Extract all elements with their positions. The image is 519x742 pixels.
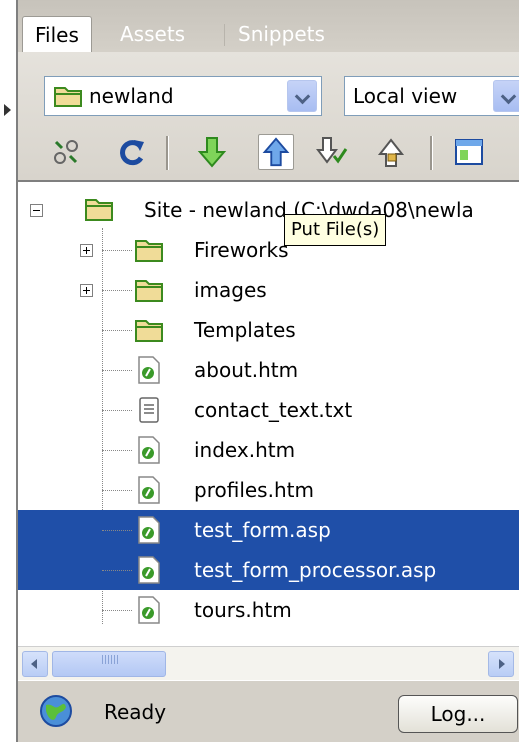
tab-snippets[interactable]: Snippets	[226, 16, 337, 52]
tree-row-about[interactable]: about.htm	[18, 350, 519, 390]
tree-branch	[102, 330, 132, 331]
tab-divider	[224, 24, 225, 46]
status-text: Ready	[104, 700, 167, 724]
tree-row-test-form[interactable]: test_form.asp	[18, 510, 519, 550]
asp-file-icon	[138, 556, 160, 584]
toolbar-divider-2	[430, 136, 433, 170]
tree-item-label: about.htm	[194, 358, 299, 382]
tree-item-label: test_form.asp	[194, 518, 331, 542]
tree-branch	[102, 530, 132, 531]
file-tree: Site - newland (C:\dwda08\newla Firework…	[18, 180, 519, 646]
tree-row-contact-text[interactable]: contact_text.txt	[18, 390, 519, 430]
tree-branch	[102, 570, 132, 571]
tree-row-tours[interactable]: tours.htm	[18, 590, 519, 630]
collapse-panel-arrow-icon[interactable]	[4, 104, 11, 116]
files-panel: Files Assets Snippets newland Local view	[16, 0, 519, 742]
put-file-tooltip: Put File(s)	[284, 214, 387, 246]
files-toolbar: newland Local view	[18, 52, 519, 180]
tree-row-images[interactable]: images	[18, 270, 519, 310]
tree-root-row[interactable]: Site - newland (C:\dwda08\newla	[18, 190, 519, 230]
htm-file-icon	[138, 356, 160, 384]
files-panel-window: Files Assets Snippets newland Local view	[0, 0, 519, 742]
view-dropdown-button[interactable]	[493, 80, 519, 112]
scroll-left-button[interactable]	[22, 651, 48, 677]
site-root-folder-icon	[85, 199, 113, 221]
tree-row-templates[interactable]: Templates	[18, 310, 519, 350]
site-folder-icon	[54, 87, 82, 107]
panel-tab-bar: Files Assets Snippets	[18, 0, 519, 53]
log-button[interactable]: Log...	[398, 695, 518, 733]
tree-row-fireworks[interactable]: Fireworks	[18, 230, 519, 270]
refresh-icon[interactable]	[114, 134, 150, 170]
get-file-icon[interactable]	[194, 134, 230, 170]
check-in-icon[interactable]	[374, 134, 410, 170]
tree-branch	[102, 410, 132, 411]
check-out-icon[interactable]	[314, 134, 350, 170]
connect-icon[interactable]	[48, 134, 84, 170]
folder-icon	[135, 240, 163, 262]
scroll-right-button[interactable]	[488, 651, 514, 677]
tree-branch	[102, 250, 132, 251]
scroll-grip-icon	[102, 655, 118, 664]
tab-files[interactable]: Files	[22, 16, 92, 53]
tree-item-label: Fireworks	[194, 238, 289, 262]
tree-item-label: index.htm	[194, 438, 296, 462]
panel-gutter	[0, 0, 16, 742]
tree-branch	[102, 610, 132, 611]
tree-row-test-form-processor[interactable]: test_form_processor.asp	[18, 550, 519, 590]
tree-item-label: test_form_processor.asp	[194, 558, 437, 582]
tree-item-label: images	[194, 278, 267, 302]
asp-file-icon	[138, 516, 160, 544]
view-select-value: Local view	[353, 84, 458, 108]
tree-row-profiles[interactable]: profiles.htm	[18, 470, 519, 510]
tree-branch	[102, 370, 132, 371]
expand-fireworks-icon[interactable]	[80, 244, 93, 257]
tree-item-label: profiles.htm	[194, 478, 314, 502]
toolbar-divider	[166, 136, 169, 170]
tree-branch	[102, 290, 132, 291]
collapse-root-icon[interactable]	[30, 204, 43, 217]
globe-icon	[40, 695, 72, 727]
tree-branch	[102, 450, 132, 451]
folder-icon	[135, 320, 163, 342]
tab-assets[interactable]: Assets	[108, 16, 197, 52]
status-bar: Ready Log...	[18, 680, 519, 742]
htm-file-icon	[138, 596, 160, 624]
htm-file-icon	[138, 436, 160, 464]
folder-icon	[135, 280, 163, 302]
txt-file-icon	[139, 397, 159, 423]
tree-branch	[102, 490, 132, 491]
htm-file-icon	[138, 476, 160, 504]
tree-row-index[interactable]: index.htm	[18, 430, 519, 470]
site-select-value: newland	[89, 84, 174, 108]
expand-icon[interactable]	[450, 134, 486, 170]
tree-item-label: tours.htm	[194, 598, 292, 622]
site-dropdown-button[interactable]	[287, 80, 317, 112]
put-file-icon[interactable]	[258, 134, 294, 170]
tree-item-label: Templates	[194, 318, 296, 342]
site-select[interactable]: newland	[44, 76, 322, 116]
view-select[interactable]: Local view	[344, 76, 519, 116]
expand-images-icon[interactable]	[80, 284, 93, 297]
horizontal-scrollbar[interactable]	[18, 646, 519, 681]
tree-item-label: contact_text.txt	[194, 398, 353, 422]
